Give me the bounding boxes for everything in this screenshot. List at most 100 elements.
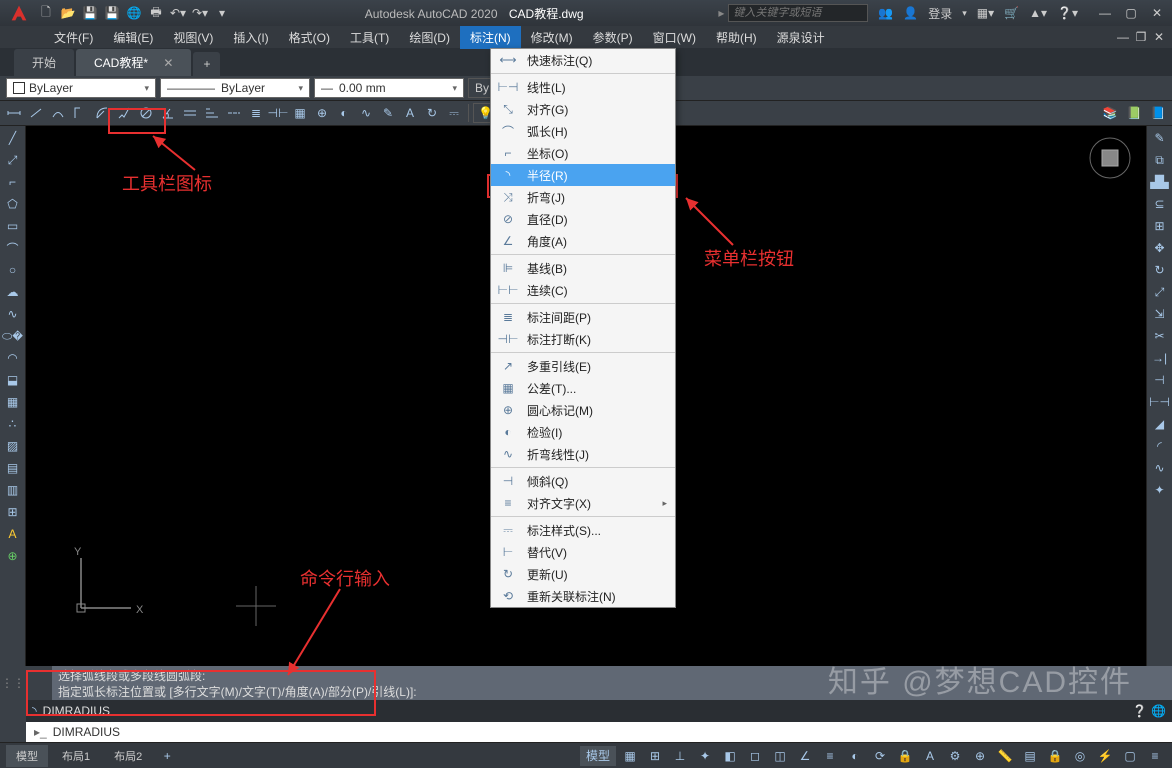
dim-tedit-icon[interactable]: A (400, 103, 420, 123)
circle-icon[interactable]: ○ (2, 260, 24, 280)
dim-angular-icon[interactable] (158, 103, 178, 123)
status-transparency-icon[interactable]: ◐ (844, 746, 866, 766)
explode-icon[interactable]: ✦ (1149, 480, 1171, 500)
dd-aligntext[interactable]: ≡对齐文字(X)▸ (491, 492, 675, 514)
tab-active[interactable]: CAD教程* ✕ (76, 49, 191, 76)
menu-view[interactable]: 视图(V) (163, 26, 223, 49)
search-arrow-icon[interactable]: ▸ (718, 6, 724, 20)
login-dropdown-icon[interactable]: ▾ (962, 8, 967, 19)
status-lockui-icon[interactable]: 🔒 (1044, 746, 1066, 766)
app-store-icon[interactable]: ▦▾ (977, 6, 994, 20)
menu-draw[interactable]: 绘图(D) (399, 26, 460, 49)
dd-radius[interactable]: ◝半径(R) (491, 164, 675, 186)
status-quickprops-icon[interactable]: ▤ (1019, 746, 1041, 766)
spline-icon[interactable]: ∿ (2, 304, 24, 324)
dim-center-icon[interactable]: ⊕ (312, 103, 332, 123)
tab-new[interactable]: + (193, 52, 220, 76)
status-units-icon[interactable]: 📏 (994, 746, 1016, 766)
dd-spacing[interactable]: ≣标注间距(P) (491, 306, 675, 328)
qat-dropdown-icon[interactable]: ▾ (214, 5, 230, 21)
exchange-icon[interactable]: ▲▾ (1029, 6, 1047, 20)
region-icon[interactable]: ▥ (2, 480, 24, 500)
dd-aligned[interactable]: ⤡对齐(G) (491, 98, 675, 120)
dim-arc-icon[interactable] (48, 103, 68, 123)
dim-tolerance-icon[interactable]: ▦ (290, 103, 310, 123)
dd-oblique[interactable]: ⊣倾斜(Q) (491, 470, 675, 492)
status-hardware-icon[interactable]: ⚡ (1094, 746, 1116, 766)
layer-match-icon[interactable]: 📘 (1148, 103, 1168, 123)
status-add-layout-icon[interactable]: + (156, 746, 178, 766)
addselect-icon[interactable]: ⊕ (2, 546, 24, 566)
array-icon[interactable]: ⊞ (1149, 216, 1171, 236)
dim-baseline-icon[interactable] (202, 103, 222, 123)
layer-props-icon[interactable]: 📚 (1100, 103, 1120, 123)
menu-insert[interactable]: 插入(I) (223, 26, 278, 49)
menu-dimension[interactable]: 标注(N) (460, 26, 521, 49)
dim-break-icon[interactable]: ⊣⊢ (268, 103, 288, 123)
mtext-icon[interactable]: A (2, 524, 24, 544)
dd-baseline[interactable]: ⊫基线(B) (491, 257, 675, 279)
dd-break[interactable]: ⊣⊢标注打断(K) (491, 328, 675, 350)
save-icon[interactable]: 💾 (82, 5, 98, 21)
doc-minimize-icon[interactable]: — (1116, 30, 1130, 44)
app-logo[interactable] (4, 2, 34, 24)
line-icon[interactable]: ╱ (2, 128, 24, 148)
status-isolate-icon[interactable]: ◎ (1069, 746, 1091, 766)
fillet-icon[interactable]: ◜ (1149, 436, 1171, 456)
dim-edit-icon[interactable]: ✎ (378, 103, 398, 123)
menu-file[interactable]: 文件(F) (44, 26, 103, 49)
linetype-combo[interactable]: ———— ByLayer ▾ (160, 78, 310, 98)
status-otrack-icon[interactable]: ∠ (794, 746, 816, 766)
dd-joggedlinear[interactable]: ∿折弯线性(J) (491, 443, 675, 465)
status-3dosnap-icon[interactable]: ◫ (769, 746, 791, 766)
dd-arc[interactable]: ⌒弧长(H) (491, 120, 675, 142)
stretch-icon[interactable]: ⇲ (1149, 304, 1171, 324)
status-osnap-icon[interactable]: ◻ (744, 746, 766, 766)
dd-style[interactable]: ⎓标注样式(S)... (491, 519, 675, 541)
dim-diameter-icon[interactable] (136, 103, 156, 123)
dim-update-icon[interactable]: ↻ (422, 103, 442, 123)
insert-icon[interactable]: ⬓ (2, 370, 24, 390)
status-polar-icon[interactable]: ✦ (694, 746, 716, 766)
layer-states-icon[interactable]: 📗 (1124, 103, 1144, 123)
infocenter-icon[interactable]: 👥 (878, 6, 893, 20)
command-suggestion[interactable]: ▸_ DIMRADIUS (26, 722, 1172, 742)
status-grid-icon[interactable]: ▦ (619, 746, 641, 766)
search-input[interactable] (728, 4, 868, 22)
color-combo[interactable]: ByLayer ▾ (6, 78, 156, 98)
point-icon[interactable]: ∴ (2, 414, 24, 434)
status-workspace-icon[interactable]: ⚙ (944, 746, 966, 766)
ellipse-arc-icon[interactable]: ◠ (2, 348, 24, 368)
lineweight-combo[interactable]: — 0.00 mm ▾ (314, 78, 464, 98)
dim-radius-icon[interactable] (92, 103, 112, 123)
maximize-icon[interactable]: ▢ (1124, 6, 1138, 20)
erase-icon[interactable]: ✎ (1149, 128, 1171, 148)
cmd-globe-icon[interactable]: 🌐 (1151, 704, 1166, 718)
doc-restore-icon[interactable]: ❐ (1134, 30, 1148, 44)
revcloud-icon[interactable]: ☁ (2, 282, 24, 302)
break-icon[interactable]: ⊣ (1149, 370, 1171, 390)
dd-angular[interactable]: ∠角度(A) (491, 230, 675, 252)
table-icon[interactable]: ⊞ (2, 502, 24, 522)
dim-aligned-icon[interactable] (26, 103, 46, 123)
status-ortho-icon[interactable]: ⊥ (669, 746, 691, 766)
trim-icon[interactable]: ✂ (1149, 326, 1171, 346)
offset-icon[interactable]: ⊆ (1149, 194, 1171, 214)
status-cleanscreen-icon[interactable]: ▢ (1119, 746, 1141, 766)
tab-close-icon[interactable]: ✕ (163, 56, 173, 70)
cart-icon[interactable]: 🛒 (1004, 6, 1019, 20)
dd-quick[interactable]: ⟷快速标注(Q) (491, 49, 675, 71)
status-cycle-icon[interactable]: ⟳ (869, 746, 891, 766)
arc-icon[interactable]: ⌒ (2, 238, 24, 258)
plot-icon[interactable]: 🖶 (148, 5, 164, 21)
status-annotation-icon[interactable]: A (919, 746, 941, 766)
cmd-grip-icon[interactable]: ⋮⋮ (1, 676, 25, 690)
dim-ordinate-icon[interactable] (70, 103, 90, 123)
move-icon[interactable]: ✥ (1149, 238, 1171, 258)
status-modelspace-btn[interactable]: 模型 (580, 746, 616, 766)
dd-diameter[interactable]: ⊘直径(D) (491, 208, 675, 230)
menu-modify[interactable]: 修改(M) (521, 26, 583, 49)
dd-continue[interactable]: ⊢⊢连续(C) (491, 279, 675, 301)
dim-linear-icon[interactable] (4, 103, 24, 123)
dd-center[interactable]: ⊕圆心标记(M) (491, 399, 675, 421)
